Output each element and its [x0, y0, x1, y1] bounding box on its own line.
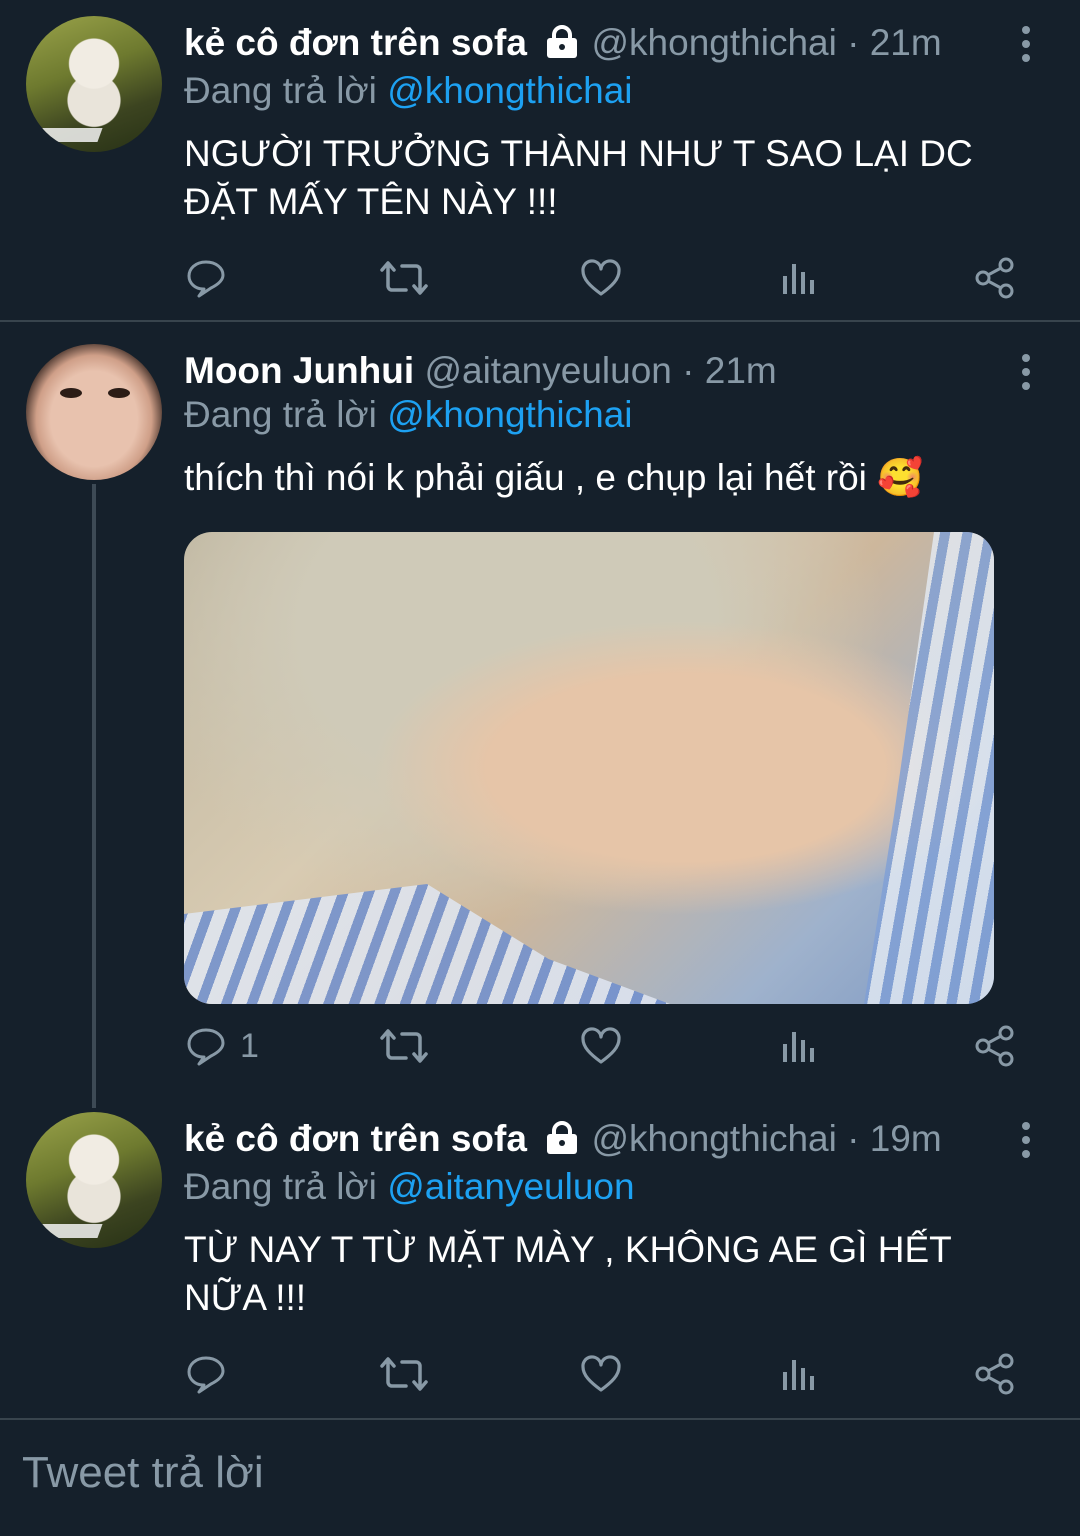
reply-icon [187, 1356, 225, 1394]
reply-input[interactable]: Tweet trả lời [22, 1448, 264, 1498]
tweet-text-line: NGƯỜI TRƯỞNG THÀNH NHƯ T SAO LẠI DC [184, 133, 973, 174]
tweet-time: 21m [869, 22, 942, 63]
reply-button[interactable]: 1 [186, 1016, 259, 1076]
display-name[interactable]: kẻ cô đơn trên sofa [184, 22, 527, 63]
heart-icon [581, 1355, 621, 1392]
separator-dot: · [682, 350, 695, 391]
retweet-icon [380, 1029, 428, 1063]
tweet-text: NGƯỜI TRƯỞNG THÀNH NHƯ T SAO LẠI DC ĐẶT … [184, 130, 1004, 226]
tweet-actions [0, 1344, 1080, 1404]
share-button[interactable] [974, 1344, 1016, 1404]
share-icon [975, 1353, 1014, 1395]
reply-count: 1 [240, 1026, 259, 1065]
analytics-button[interactable] [778, 1016, 818, 1076]
retweet-button[interactable] [380, 1016, 428, 1076]
replying-prefix: Đang trả lời [184, 1166, 377, 1207]
analytics-button[interactable] [778, 248, 818, 308]
replying-prefix: Đang trả lời [184, 394, 377, 435]
tweet-media-image[interactable] [184, 532, 994, 1004]
tweet-divider [0, 320, 1080, 322]
more-vertical-icon[interactable] [1020, 26, 1032, 66]
share-icon [975, 257, 1014, 299]
tweet-header: Moon Junhui @aitanyeuluon · 21m [184, 346, 980, 396]
heart-icon [581, 1027, 621, 1064]
display-name[interactable]: kẻ cô đơn trên sofa [184, 1118, 527, 1159]
thread-connector [92, 484, 96, 1108]
avatar[interactable] [26, 16, 162, 152]
reply-icon [187, 1028, 225, 1066]
reply-button[interactable] [186, 1344, 240, 1404]
like-button[interactable] [580, 1344, 622, 1404]
analytics-icon [783, 1032, 814, 1062]
retweet-icon [380, 1357, 428, 1391]
tweet-header: kẻ cô đơn trên sofa @khongthichai · 21m [184, 18, 980, 68]
heart-icon [581, 259, 621, 296]
replying-to: Đang trả lời @khongthichai [184, 66, 633, 116]
reply-button[interactable] [186, 248, 240, 308]
replying-to: Đang trả lời @aitanyeuluon [184, 1162, 635, 1212]
separator-dot: · [847, 1118, 860, 1159]
analytics-icon [783, 264, 814, 294]
tweet-text: thích thì nói k phải giấu , e chụp lại h… [184, 454, 1044, 502]
tweet-time: 19m [869, 1118, 942, 1159]
tweet-actions: 1 [0, 1016, 1080, 1076]
retweet-button[interactable] [380, 1344, 428, 1404]
analytics-button[interactable] [778, 1344, 818, 1404]
share-icon [975, 1025, 1014, 1067]
separator-dot: · [847, 22, 860, 63]
display-name[interactable]: Moon Junhui [184, 350, 414, 391]
lock-icon [543, 1118, 581, 1168]
replying-to: Đang trả lời @khongthichai [184, 390, 633, 440]
replying-mention[interactable]: @khongthichai [387, 394, 632, 435]
share-button[interactable] [974, 248, 1016, 308]
share-button[interactable] [974, 1016, 1016, 1076]
retweet-icon [380, 261, 428, 295]
tweet-text: TỪ NAY T TỪ MẶT MÀY , KHÔNG AE GÌ HẾT NỮ… [184, 1226, 1004, 1322]
tweet-text-line: NỮA !!! [184, 1277, 307, 1318]
user-handle[interactable]: @khongthichai [592, 22, 837, 63]
more-vertical-icon[interactable] [1020, 1122, 1032, 1162]
analytics-icon [783, 1360, 814, 1390]
avatar[interactable] [26, 344, 162, 480]
tweet-text-line: TỪ NAY T TỪ MẶT MÀY , KHÔNG AE GÌ HẾT [184, 1229, 952, 1270]
tweet-header: kẻ cô đơn trên sofa @khongthichai · 19m [184, 1114, 980, 1164]
reply-composer[interactable]: Tweet trả lời [0, 1420, 1080, 1536]
tweet-actions [0, 248, 1080, 308]
tweet-text-line: ĐẶT MẤY TÊN NÀY !!! [184, 181, 558, 222]
retweet-button[interactable] [380, 248, 428, 308]
replying-mention[interactable]: @aitanyeuluon [387, 1166, 634, 1207]
replying-mention[interactable]: @khongthichai [387, 70, 632, 111]
replying-prefix: Đang trả lời [184, 70, 377, 111]
tweet-text-line: thích thì nói k phải giấu , e chụp lại h… [184, 457, 924, 498]
like-button[interactable] [580, 248, 622, 308]
user-handle[interactable]: @khongthichai [592, 1118, 837, 1159]
like-button[interactable] [580, 1016, 622, 1076]
more-vertical-icon[interactable] [1020, 354, 1032, 394]
reply-icon [187, 260, 225, 298]
tweet-time: 21m [704, 350, 777, 391]
avatar[interactable] [26, 1112, 162, 1248]
lock-icon [543, 22, 581, 72]
user-handle[interactable]: @aitanyeuluon [424, 350, 671, 391]
